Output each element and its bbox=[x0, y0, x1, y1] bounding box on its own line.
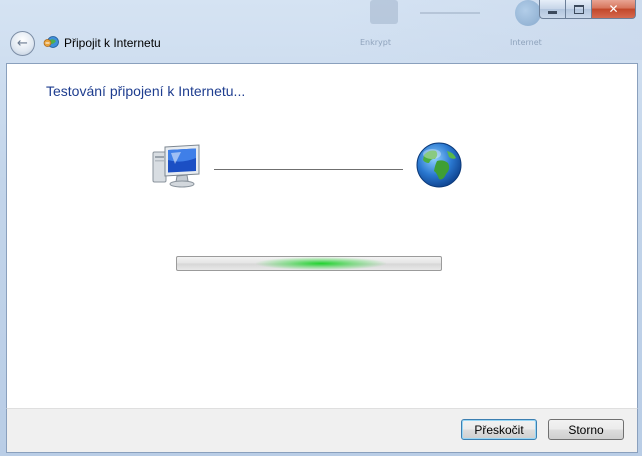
skip-button[interactable]: Přeskočit bbox=[461, 419, 537, 440]
back-button[interactable]: ← bbox=[10, 31, 35, 56]
close-button[interactable]: ✕ bbox=[592, 0, 636, 19]
minimize-button[interactable] bbox=[539, 0, 566, 19]
maximize-button[interactable] bbox=[566, 0, 592, 19]
background-shortcut-icon bbox=[370, 0, 398, 24]
connect-internet-icon bbox=[43, 36, 59, 48]
connection-line bbox=[214, 169, 403, 170]
close-icon: ✕ bbox=[608, 2, 619, 16]
caption-buttons: ✕ bbox=[539, 0, 636, 19]
background-label: Enkrypt bbox=[360, 38, 391, 47]
background-label: Internet bbox=[510, 38, 542, 47]
wizard-content: Testování připojení k Internetu... bbox=[6, 63, 638, 409]
back-arrow-icon: ← bbox=[17, 36, 28, 51]
command-area: Přeskočit Storno bbox=[6, 408, 638, 453]
window-title: Připojit k Internetu bbox=[64, 36, 161, 50]
progress-glow bbox=[256, 257, 386, 270]
globe-icon bbox=[416, 142, 462, 188]
background-divider bbox=[420, 12, 480, 14]
cancel-button[interactable]: Storno bbox=[548, 419, 624, 440]
window-frame: Enkrypt Internet ✕ ← Připojit k Internet… bbox=[0, 0, 642, 456]
background-globe-icon bbox=[515, 0, 541, 26]
progress-bar bbox=[176, 256, 442, 271]
page-heading: Testování připojení k Internetu... bbox=[46, 83, 246, 99]
minimize-icon bbox=[548, 10, 557, 14]
computer-icon bbox=[152, 144, 200, 188]
maximize-icon bbox=[573, 4, 584, 14]
